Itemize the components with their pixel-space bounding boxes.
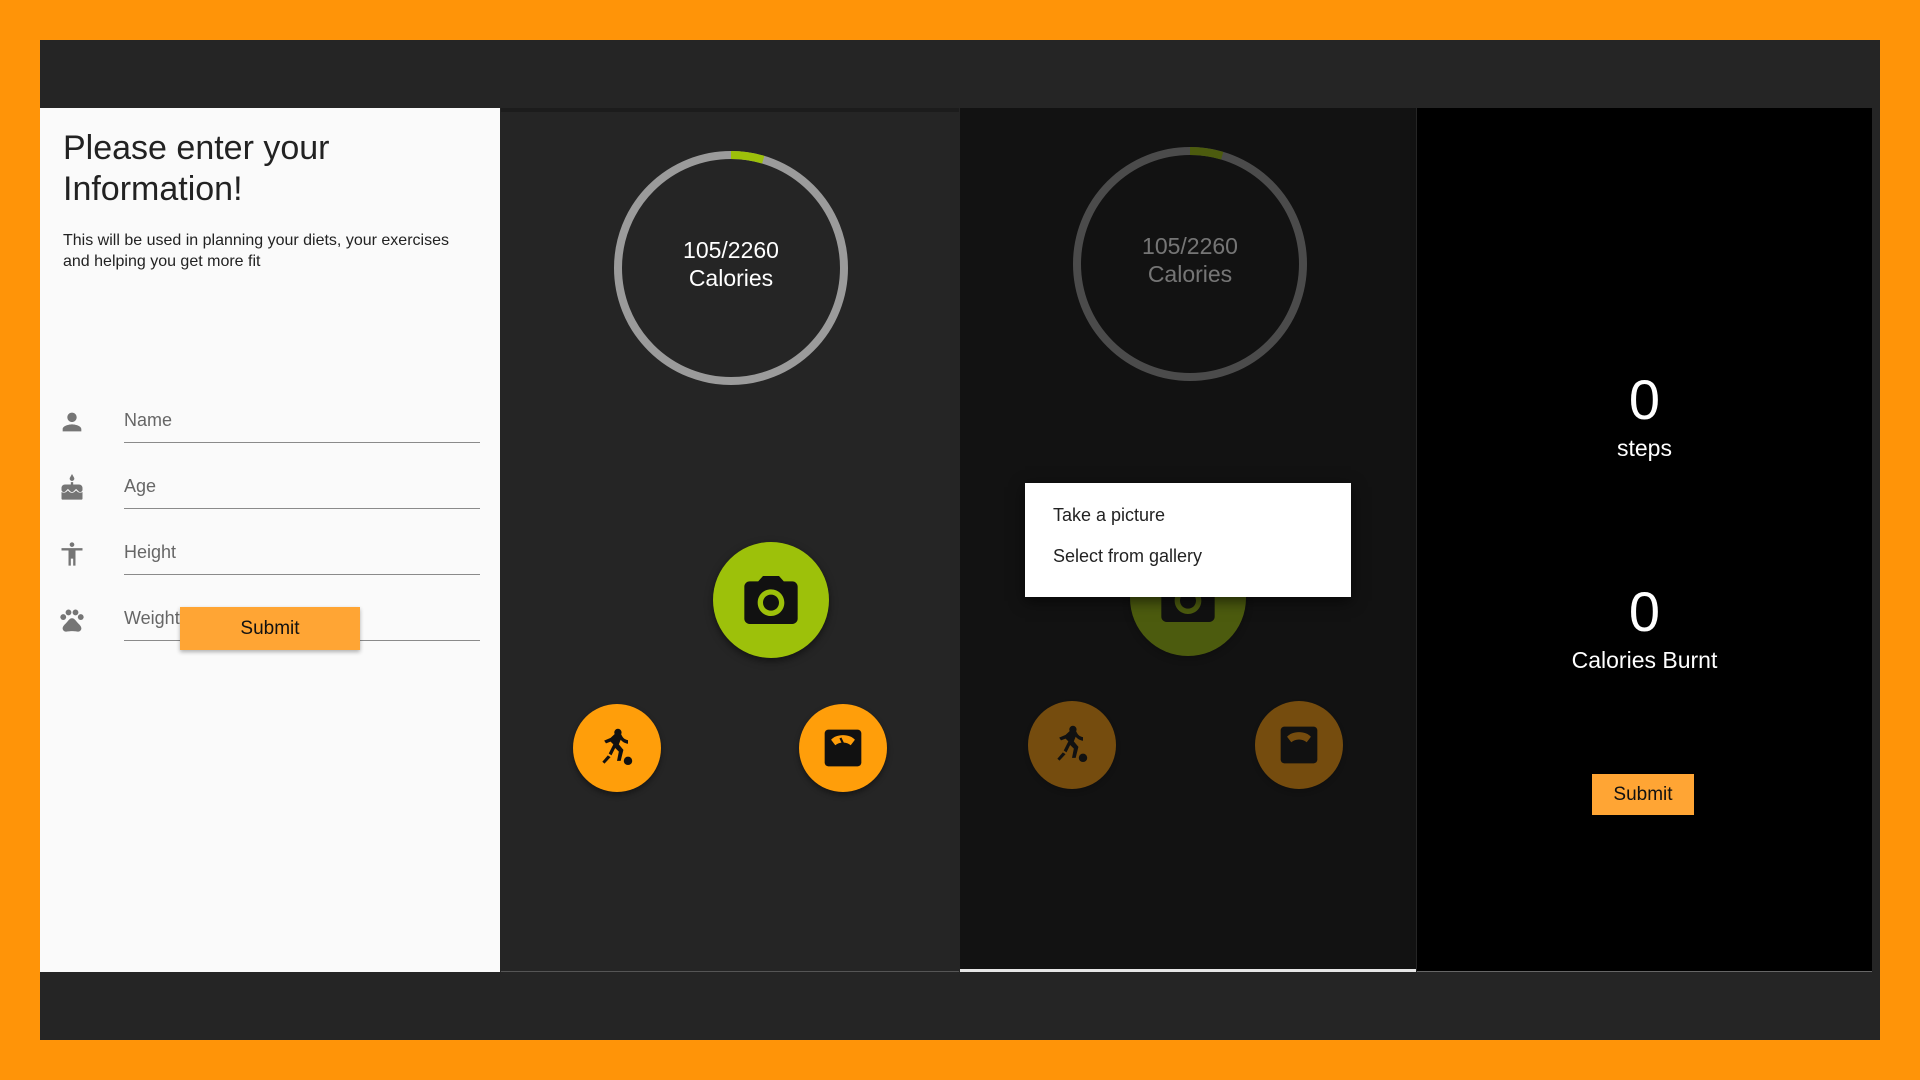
exercise-button[interactable] [573, 704, 661, 792]
select-gallery-option[interactable]: Select from gallery [1053, 546, 1202, 567]
steps-screen: 0 steps 0 Calories Burnt Submit [1417, 108, 1872, 972]
name-field [58, 398, 480, 446]
steps-submit-button[interactable]: Submit [1592, 774, 1694, 815]
dashboard-screen: 105/2260 Calories [501, 108, 959, 972]
steps-count: 0 [1628, 368, 1661, 431]
height-field [58, 530, 480, 578]
device-frame: Please enter your Information! This will… [40, 40, 1880, 1040]
accessibility-icon [58, 540, 86, 568]
camera-button[interactable] [713, 542, 829, 658]
calorie-progress-ring: 105/2260 Calories [611, 148, 851, 388]
calorie-readout: 105/2260 Calories [611, 236, 851, 292]
weight-scale-icon [1280, 726, 1318, 764]
take-picture-option[interactable]: Take a picture [1053, 505, 1165, 526]
exercise-button [1028, 701, 1116, 789]
calorie-label: Calories [688, 265, 774, 291]
soccer-player-icon [1057, 725, 1088, 763]
calories-burnt-label: Calories Burnt [1571, 647, 1718, 673]
weight-button[interactable] [799, 704, 887, 792]
camera-icon [744, 576, 798, 624]
calorie-count: 105/2260 [683, 237, 779, 263]
bottom-divider [501, 971, 959, 972]
form-description: This will be used in planning your diets… [63, 232, 449, 270]
cake-icon [58, 474, 86, 502]
height-input[interactable] [124, 534, 480, 575]
weight-scale-icon [824, 729, 862, 767]
photo-source-menu: Take a picture Select from gallery [1025, 483, 1351, 597]
top-bar [501, 108, 959, 112]
person-icon [58, 408, 86, 436]
screens-strip: Please enter your Information! This will… [40, 108, 1872, 972]
age-input[interactable] [124, 468, 480, 509]
info-form-screen: Please enter your Information! This will… [40, 108, 500, 972]
calorie-label: Calories [1147, 261, 1233, 287]
paw-icon [58, 606, 86, 634]
age-field [58, 464, 480, 512]
calorie-readout: 105/2260 Calories [1070, 232, 1310, 288]
calorie-progress-ring: 105/2260 Calories [1070, 144, 1310, 384]
name-input[interactable] [124, 402, 480, 443]
soccer-player-icon [602, 728, 633, 766]
submit-button[interactable]: Submit [180, 607, 360, 650]
steps-label: steps [1617, 435, 1672, 461]
calories-burnt-count: 0 [1628, 580, 1661, 643]
weight-button [1255, 701, 1343, 789]
bottom-divider [960, 969, 1416, 972]
photo-source-screen: 105/2260 Calories Take a picture Select … [960, 108, 1416, 972]
calorie-count: 105/2260 [1142, 233, 1238, 259]
form-title: Please enter your Information! [63, 129, 330, 208]
bottom-divider [1417, 971, 1872, 972]
